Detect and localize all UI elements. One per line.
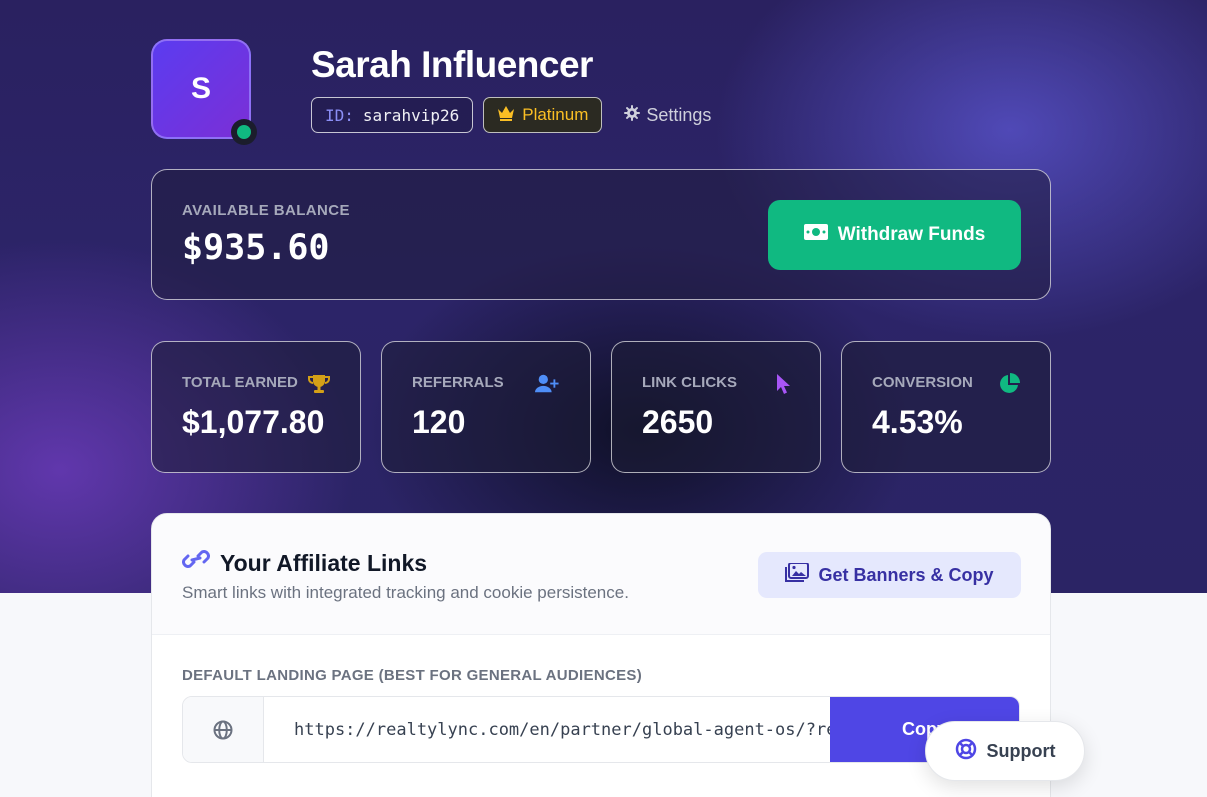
stat-label: REFERRALS	[412, 374, 504, 391]
affiliate-links-panel: Your Affiliate Links Smart links with in…	[151, 513, 1051, 797]
withdraw-button[interactable]: Withdraw Funds	[768, 200, 1021, 270]
stat-label: LINK CLICKS	[642, 374, 737, 391]
tier-label: Platinum	[522, 105, 589, 124]
gear-icon	[624, 104, 641, 126]
balance-card: AVAILABLE BALANCE $935.60 Withdraw Funds	[151, 169, 1051, 300]
profile-name: Sarah Influencer	[311, 44, 593, 85]
balance-amount: $935.60	[182, 228, 330, 268]
withdraw-label: Withdraw Funds	[837, 224, 986, 245]
affiliate-title: Your Affiliate Links	[220, 550, 428, 576]
link-icon	[182, 548, 210, 575]
money-icon	[803, 224, 828, 246]
support-button[interactable]: Support	[925, 721, 1085, 781]
balance-label: AVAILABLE BALANCE	[182, 202, 350, 219]
images-icon	[785, 561, 810, 588]
affiliate-subtitle: Smart links with integrated tracking and…	[182, 583, 629, 602]
settings-link[interactable]: Settings	[624, 104, 712, 126]
stat-value: 4.53%	[872, 404, 963, 440]
settings-label: Settings	[646, 104, 712, 125]
stat-value: 120	[412, 404, 466, 440]
online-status-indicator	[231, 119, 257, 145]
user-id-badge: ID: sarahvip26	[311, 97, 474, 133]
stat-label: TOTAL EARNED	[182, 374, 298, 391]
stat-value: $1,077.80	[182, 404, 325, 440]
crown-icon	[497, 105, 515, 126]
trophy-icon	[307, 372, 331, 396]
stat-card-link-clicks: LINK CLICKS 2650	[611, 341, 821, 473]
affiliate-panel-header: Your Affiliate Links Smart links with in…	[152, 514, 1050, 635]
tier-badge: Platinum	[483, 97, 603, 133]
default-landing-label: DEFAULT LANDING PAGE (BEST FOR GENERAL A…	[182, 667, 642, 684]
get-banners-label: Get Banners & Copy	[818, 564, 994, 585]
cursor-icon	[772, 372, 796, 396]
user-id-label: ID:	[325, 105, 354, 125]
profile-chips: ID: sarahvip26 Platinum Settings	[311, 97, 711, 133]
stat-label: CONVERSION	[872, 374, 973, 391]
get-banners-button[interactable]: Get Banners & Copy	[758, 552, 1021, 598]
user-plus-icon	[535, 372, 559, 396]
stat-card-total-earned: TOTAL EARNED $1,077.80	[151, 341, 361, 473]
avatar-initial: S	[190, 72, 211, 105]
stat-card-referrals: REFERRALS 120	[381, 341, 591, 473]
lifebuoy-icon	[955, 738, 977, 765]
default-link-input[interactable]	[264, 697, 830, 762]
globe-icon	[183, 697, 264, 762]
user-id-value: sarahvip26	[362, 105, 460, 125]
stat-card-conversion: CONVERSION 4.53%	[841, 341, 1051, 473]
pie-chart-icon	[997, 372, 1021, 396]
stat-value: 2650	[642, 404, 714, 440]
support-label: Support	[986, 740, 1056, 761]
default-link-row: Copy	[182, 696, 1020, 763]
